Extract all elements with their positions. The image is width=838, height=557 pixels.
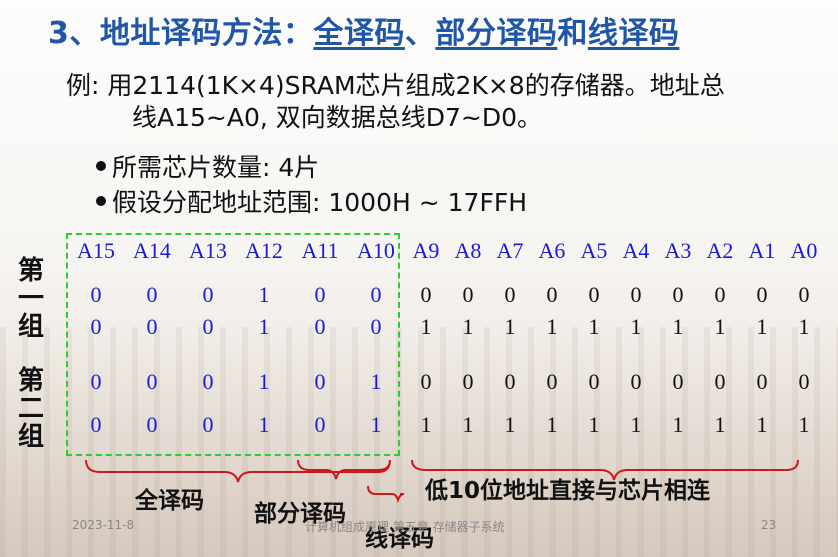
partial-decode-brace (297, 459, 391, 480)
brace-overlay (85, 459, 799, 504)
full-decode-label: 全译码 (135, 488, 204, 514)
footer-date: 2023-11-8 (72, 518, 135, 532)
line-decode-brace (367, 485, 405, 504)
low10-label: 低10位地址直接与芯片相连 (425, 478, 711, 504)
footer-course: 计算机组成原理 第五章 存储器子系统 (305, 520, 505, 534)
footer-page-number: 23 (761, 518, 777, 532)
